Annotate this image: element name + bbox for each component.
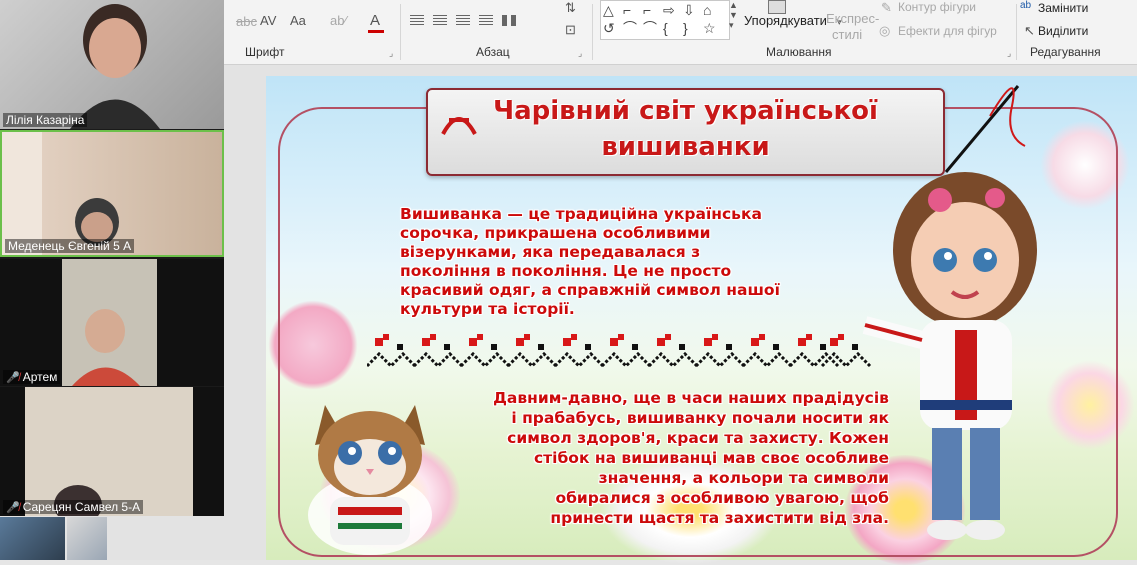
right-brace-icon[interactable]: }	[683, 19, 703, 37]
participant-tile[interactable]: Лілія Казаріна	[0, 0, 224, 129]
font-color-bar	[368, 30, 384, 33]
paragraph-group-label: Абзац	[476, 45, 510, 59]
curved-arrow-icon[interactable]: ↺	[603, 19, 623, 37]
slide-title-line1: Чарівний світ української	[493, 96, 878, 126]
participant-thumbnail[interactable]	[0, 517, 65, 560]
slide-title-line2: вишиванки	[601, 132, 770, 162]
align-right-icon[interactable]	[456, 15, 470, 26]
align-center-icon[interactable]	[433, 15, 447, 26]
paragraph-dialog-launcher-icon[interactable]: ⌟	[578, 48, 582, 59]
participant-tile-active[interactable]: Меденець Євгеній 5 А	[0, 130, 224, 257]
shape-outline-button[interactable]: Контур фігури	[898, 0, 976, 14]
participant-video	[70, 4, 160, 129]
columns-icon[interactable]	[502, 15, 516, 26]
paragraph-2-line: принести щастя та захистити від зла.	[550, 509, 889, 527]
muted-mic-icon: 🎤̸	[6, 502, 20, 514]
ribbon-separator	[400, 4, 401, 60]
video-participants-panel: Лілія Казаріна Меденець Євгеній 5 А 🎤̸ Ар…	[0, 0, 224, 516]
arrange-button[interactable]: Упорядкувати	[744, 13, 827, 28]
left-brace-icon[interactable]: {	[663, 19, 683, 37]
participant-thumbnail[interactable]	[67, 517, 107, 560]
paragraph-2-line: символ здоров'я, краси та захисту. Кожен	[507, 429, 889, 447]
star-shape-icon[interactable]: ☆	[703, 19, 723, 37]
elbow-connector-icon[interactable]: ⌐	[623, 1, 643, 19]
arrow-right-shape-icon[interactable]: ⇨	[663, 1, 683, 19]
replace-icon[interactable]: ab	[1020, 0, 1031, 11]
font-dialog-launcher-icon[interactable]: ⌟	[389, 48, 393, 59]
paragraph-1-line: культури та історії.	[400, 300, 575, 318]
paragraph-1-line: сорочка, прикрашена особливими	[400, 224, 711, 242]
align-left-icon[interactable]	[410, 15, 424, 26]
paragraph-2-line: обиралися з особливою увагою, щоб	[555, 489, 889, 507]
font-color-button[interactable]: A	[370, 12, 380, 29]
participant-video	[25, 387, 193, 516]
needle-icon	[944, 85, 1026, 173]
change-case-button[interactable]: Aa	[290, 13, 306, 28]
quick-styles-line2[interactable]: стилі	[832, 27, 862, 42]
triangle-shape-icon[interactable]: △	[603, 1, 623, 19]
gallery-scroll-icon[interactable]: ▲ ▼ ▾	[729, 0, 738, 31]
shape-effects-icon[interactable]: ◎	[879, 23, 890, 39]
arc-shape-2-icon[interactable]: ⌒	[643, 19, 663, 37]
shapes-gallery[interactable]: △ ⌐ ⌐ ⇨ ⇩ ⌂ ↺ ⌒ ⌒ { } ☆	[600, 0, 730, 40]
participant-video	[2, 132, 119, 255]
participant-name: 🎤̸ Сарецян Самвел 5-А	[3, 500, 144, 514]
font-group-label: Шрифт	[245, 45, 285, 59]
justify-icon[interactable]	[479, 15, 493, 26]
paragraph-1-line: візерунками, яка передавалася з	[400, 243, 701, 261]
participant-name: Лілія Казаріна	[3, 113, 88, 127]
paragraph-1-line: Вишиванка — це традиційна українська	[400, 205, 762, 223]
drawing-dialog-launcher-icon[interactable]: ⌟	[1007, 48, 1011, 59]
arrange-icon[interactable]	[768, 0, 786, 14]
participant-tile[interactable]: 🎤̸ Артем	[0, 259, 224, 386]
character-spacing-button[interactable]: AV	[260, 13, 276, 28]
drawing-group-label: Малювання	[766, 45, 832, 59]
text-direction-icon[interactable]: ⇅	[565, 0, 576, 16]
align-text-icon[interactable]: ⊡	[565, 22, 576, 38]
paragraph-1-line: красивий одяг, а справжній символ нашої	[400, 281, 780, 299]
ribbon-separator	[1016, 4, 1017, 60]
paragraph-2-line: стібок на вишиванці мав своє особливе	[533, 449, 889, 467]
arc-shape-icon[interactable]: ⌒	[623, 19, 643, 37]
shape-effects-button[interactable]: Ефекти для фігур	[898, 24, 997, 38]
replace-button[interactable]: Замінити	[1038, 1, 1088, 15]
paragraph-2-line: Давним-давно, ще в часи наших прадідусів	[493, 389, 889, 407]
elbow-connector-2-icon[interactable]: ⌐	[643, 1, 663, 19]
clear-format-icon[interactable]: ab⁄	[330, 13, 347, 28]
editing-group-label: Редагування	[1030, 45, 1101, 59]
participant-name: 🎤̸ Артем	[3, 370, 61, 384]
participant-video	[62, 259, 157, 386]
title-box[interactable]: Чарівний світ української вишиванки	[426, 88, 945, 176]
paragraph-2-line: значення, а кольори та символи	[598, 469, 889, 487]
arrow-down-shape-icon[interactable]: ⇩	[683, 1, 703, 19]
shape-outline-icon[interactable]: ✎	[881, 0, 892, 16]
participant-tile[interactable]: 🎤̸ Сарецян Самвел 5-А	[0, 387, 224, 516]
embroidery-border	[367, 332, 872, 368]
pentagon-shape-icon[interactable]: ⌂	[703, 1, 723, 19]
participant-name: Меденець Євгеній 5 А	[5, 239, 135, 253]
strikethrough-button[interactable]: abc	[236, 14, 257, 29]
kitten-illustration	[308, 405, 432, 555]
quick-styles-line1[interactable]: Експрес-	[826, 11, 879, 26]
girl-illustration	[862, 172, 1037, 540]
ornament-icon	[441, 117, 477, 135]
muted-mic-icon: 🎤̸	[6, 372, 20, 384]
ribbon-separator	[592, 4, 593, 60]
select-cursor-icon[interactable]: ↖	[1024, 23, 1035, 39]
paragraph-2-line: і прабабусь, вишиванку почали носити як	[511, 409, 889, 427]
paragraph-1-line: покоління в покоління. Це не просто	[400, 262, 732, 280]
select-button[interactable]: Виділити	[1038, 24, 1088, 38]
